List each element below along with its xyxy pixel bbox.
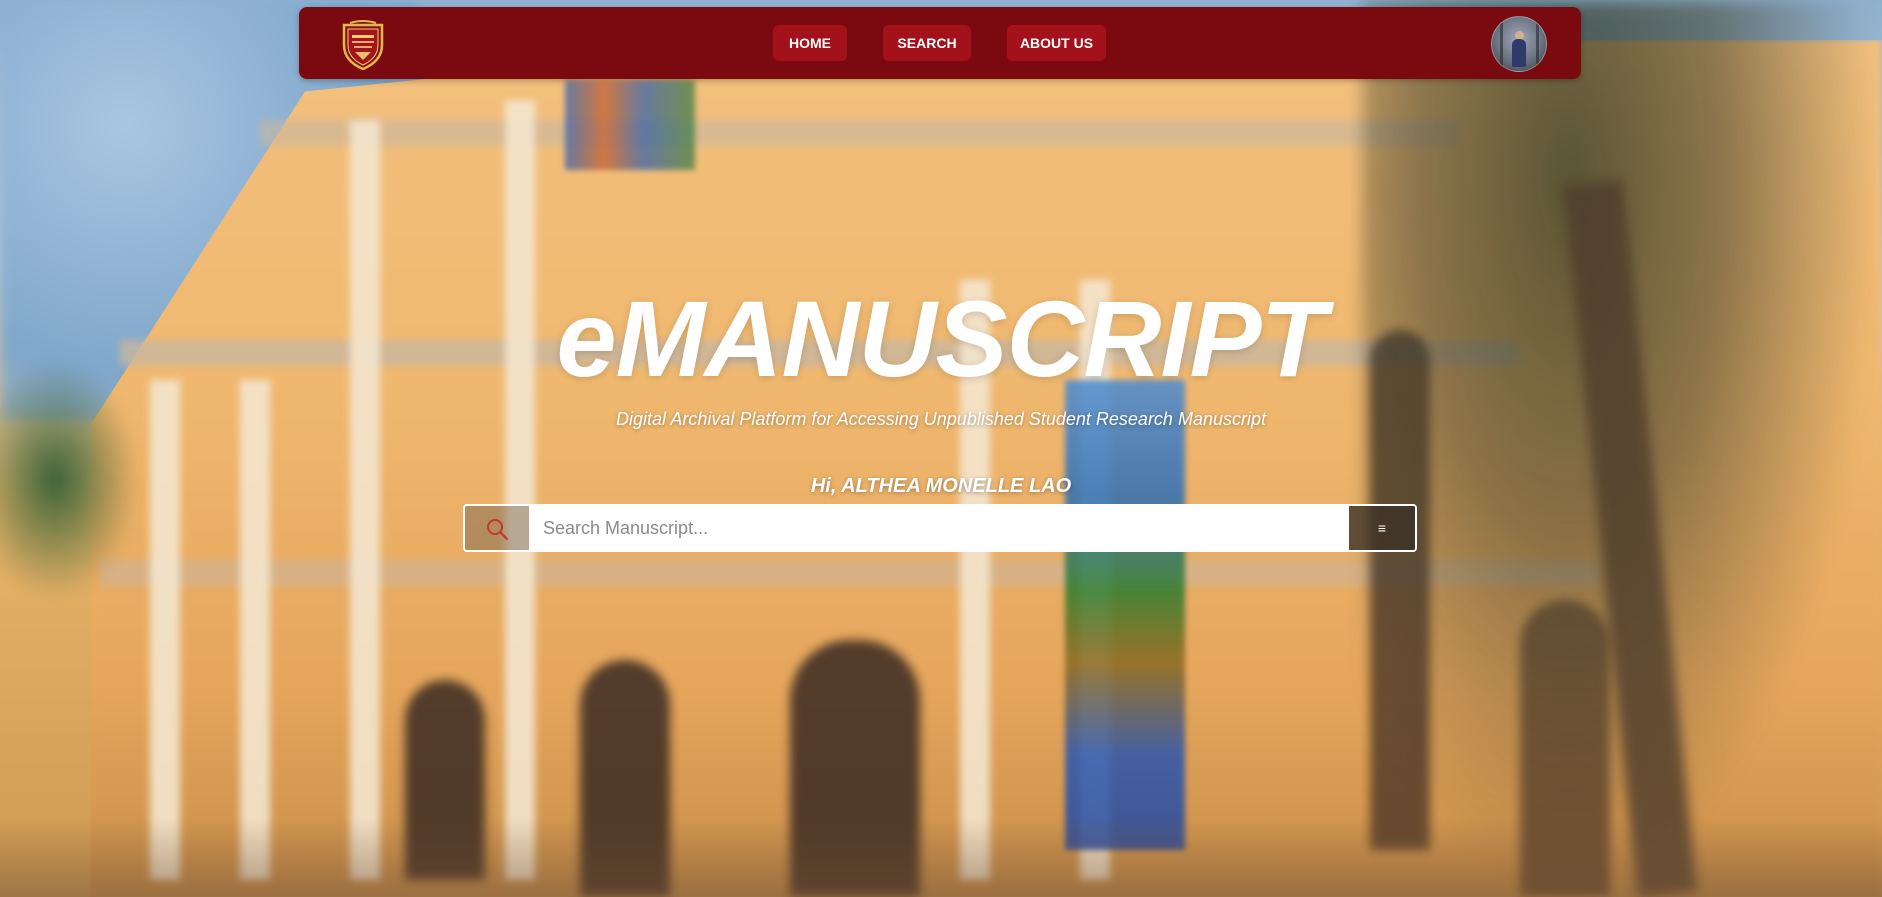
hero-subtitle: Digital Archival Platform for Accessing … [616, 409, 1266, 429]
manuscript-search-bar: ≡ [463, 504, 1417, 552]
nav-about-us-button[interactable]: ABOUT US [1007, 25, 1106, 61]
hero-title: eMANUSCRIPT [556, 278, 1326, 399]
user-greeting: Hi, ALTHEA MONELLE LAO [810, 475, 1072, 497]
filter-menu-icon: ≡ [1377, 520, 1387, 536]
user-avatar[interactable] [1491, 16, 1547, 72]
search-button[interactable] [465, 506, 529, 550]
filter-menu-button[interactable]: ≡ [1349, 506, 1415, 550]
university-crest-logo-icon[interactable] [338, 19, 388, 71]
top-navbar: HOME SEARCH ABOUT US [299, 7, 1581, 79]
background-campus-photo [0, 0, 1882, 897]
search-input[interactable] [529, 506, 1349, 550]
search-icon [487, 519, 509, 541]
nav-search-button[interactable]: SEARCH [883, 25, 971, 61]
nav-home-button[interactable]: HOME [773, 25, 847, 61]
